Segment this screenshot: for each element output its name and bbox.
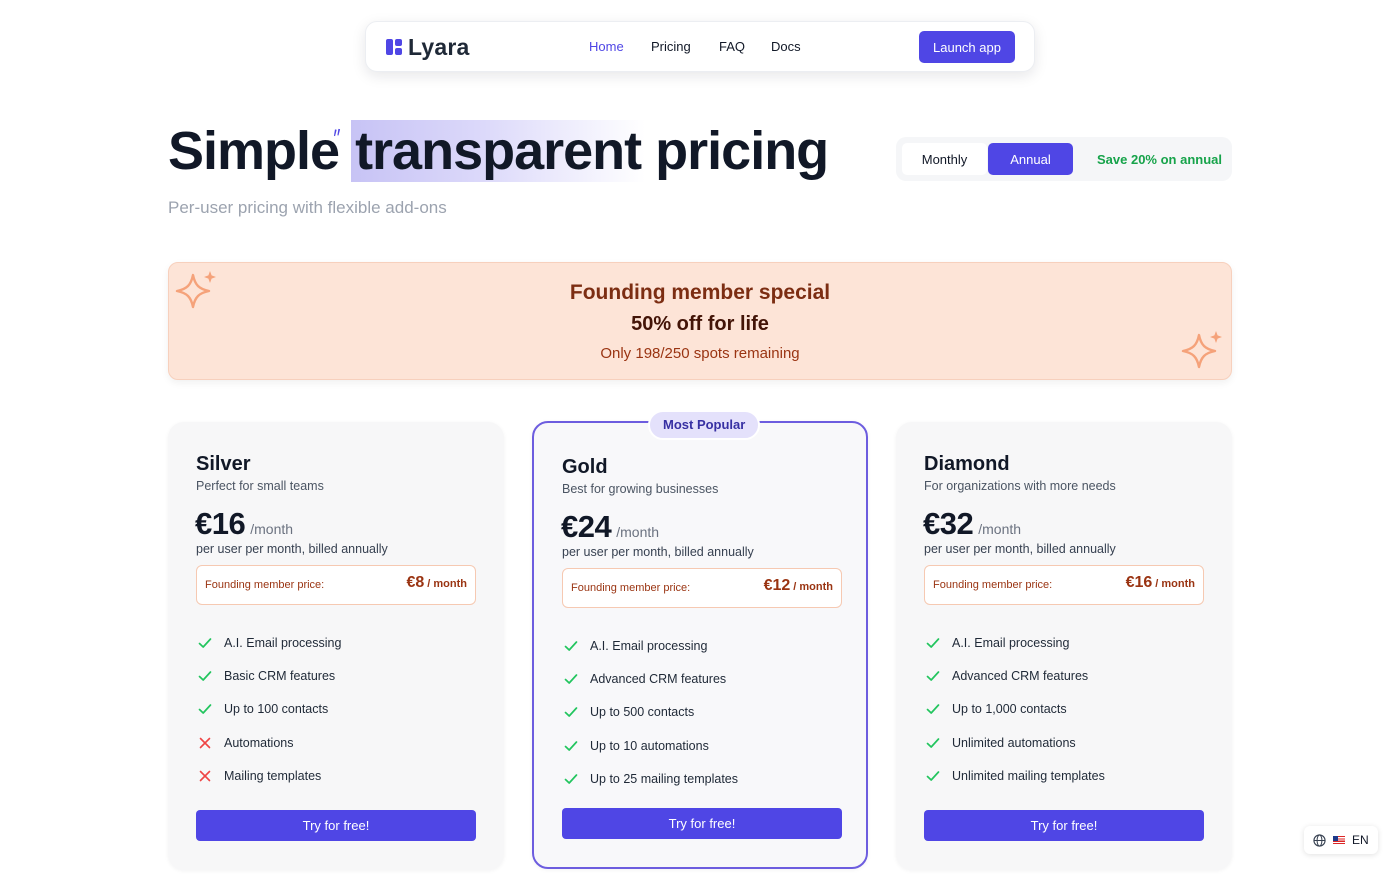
logo-icon bbox=[386, 39, 402, 55]
top-nav: Lyara Home Pricing FAQ Docs Launch app bbox=[365, 21, 1035, 72]
nav-link-docs[interactable]: Docs bbox=[771, 39, 801, 55]
feature-item: Up to 500 contacts bbox=[562, 696, 738, 729]
billing-note: per user per month, billed annually bbox=[562, 545, 754, 559]
language-switcher[interactable]: EN bbox=[1304, 826, 1378, 854]
title-end: pricing bbox=[655, 121, 829, 181]
founding-price-value: €12/ month bbox=[763, 577, 833, 594]
cross-icon bbox=[196, 767, 214, 785]
title-highlight-text: transparent bbox=[355, 121, 642, 181]
feature-item: Up to 25 mailing templates bbox=[562, 762, 738, 795]
check-icon bbox=[924, 734, 942, 752]
brand-logo[interactable]: Lyara bbox=[386, 35, 470, 59]
feature-item: Up to 1,000 contacts bbox=[924, 693, 1105, 726]
title-start: Simple bbox=[168, 121, 340, 181]
try-free-button-silver[interactable]: Try for free! bbox=[196, 810, 476, 841]
plan-name: Gold bbox=[562, 456, 608, 478]
plan-card-gold: Most Popular Gold Best for growing busin… bbox=[532, 410, 868, 869]
check-icon bbox=[924, 767, 942, 785]
check-icon bbox=[924, 634, 942, 652]
founding-price-value: €8/ month bbox=[406, 574, 467, 591]
sparkle-lines-icon: 〃 bbox=[330, 125, 344, 141]
feature-item: Unlimited automations bbox=[924, 726, 1105, 759]
feature-item: Automations bbox=[196, 726, 341, 759]
feature-item: Up to 10 automations bbox=[562, 729, 738, 762]
price-amount: €24 bbox=[561, 509, 612, 544]
feature-item: Basic CRM features bbox=[196, 659, 341, 692]
feature-list: A.I. Email processing Advanced CRM featu… bbox=[924, 626, 1105, 792]
feature-item: A.I. Email processing bbox=[924, 626, 1105, 659]
sparkle-icon bbox=[1181, 331, 1222, 369]
plan-price: €32 /month bbox=[923, 506, 1021, 542]
try-free-button-diamond[interactable]: Try for free! bbox=[924, 810, 1204, 841]
check-icon bbox=[562, 670, 580, 688]
price-period: /month bbox=[616, 524, 660, 540]
billing-monthly-button[interactable]: Monthly bbox=[902, 143, 987, 175]
nav-link-home[interactable]: Home bbox=[589, 39, 624, 55]
feature-item: Up to 100 contacts bbox=[196, 693, 341, 726]
founding-price-label: Founding member price: bbox=[205, 579, 325, 591]
price-amount: €32 bbox=[923, 506, 974, 541]
check-icon bbox=[196, 700, 214, 718]
check-icon bbox=[924, 667, 942, 685]
check-icon bbox=[562, 637, 580, 655]
feature-list: A.I. Email processing Basic CRM features… bbox=[196, 626, 341, 792]
plan-name: Diamond bbox=[924, 453, 1010, 475]
plan-description: Perfect for small teams bbox=[196, 479, 324, 493]
language-label: EN bbox=[1352, 833, 1369, 847]
billing-note: per user per month, billed annually bbox=[924, 542, 1116, 556]
founding-price-value: €16/ month bbox=[1125, 574, 1195, 591]
feature-list: A.I. Email processing Advanced CRM featu… bbox=[562, 629, 738, 795]
feature-item: Unlimited mailing templates bbox=[924, 759, 1105, 792]
feature-item: A.I. Email processing bbox=[562, 629, 738, 662]
promo-title: Founding member special bbox=[569, 281, 831, 304]
feature-item: Advanced CRM features bbox=[924, 659, 1105, 692]
plan-description: For organizations with more needs bbox=[924, 479, 1116, 493]
promo-spots-remaining: Only 198/250 spots remaining bbox=[600, 345, 800, 362]
check-icon bbox=[562, 770, 580, 788]
founding-price-box: Founding member price: €16/ month bbox=[924, 565, 1204, 605]
check-icon bbox=[562, 703, 580, 721]
billing-annual-button[interactable]: Annual bbox=[988, 143, 1073, 175]
plan-price: €24 /month bbox=[561, 509, 659, 545]
launch-app-button[interactable]: Launch app bbox=[919, 31, 1015, 63]
founding-price-label: Founding member price: bbox=[933, 579, 1053, 591]
check-icon bbox=[924, 700, 942, 718]
brand-name: Lyara bbox=[408, 34, 470, 60]
plan-card-silver: Silver Perfect for small teams €16 /mont… bbox=[168, 422, 504, 870]
feature-item: Advanced CRM features bbox=[562, 662, 738, 695]
plan-description: Best for growing businesses bbox=[562, 482, 719, 496]
most-popular-badge: Most Popular bbox=[648, 410, 761, 440]
check-icon bbox=[196, 634, 214, 652]
page-title: Simple 〃 transparent pricing bbox=[168, 118, 829, 184]
billing-note: per user per month, billed annually bbox=[196, 542, 388, 556]
try-free-button-gold[interactable]: Try for free! bbox=[562, 808, 842, 839]
price-period: /month bbox=[978, 521, 1022, 537]
billing-toggle: Monthly Annual Save 20% on annual bbox=[896, 137, 1232, 181]
promo-discount: 50% off for life bbox=[631, 313, 769, 335]
check-icon bbox=[196, 667, 214, 685]
nav-link-pricing[interactable]: Pricing bbox=[651, 39, 691, 55]
pricing-page: Lyara Home Pricing FAQ Docs Launch app S… bbox=[0, 0, 1400, 875]
feature-item: Mailing templates bbox=[196, 759, 341, 792]
globe-icon bbox=[1313, 833, 1326, 847]
annual-savings-note: Save 20% on annual bbox=[1097, 152, 1222, 167]
us-flag-icon bbox=[1333, 836, 1345, 844]
plan-name: Silver bbox=[196, 453, 251, 475]
feature-item: A.I. Email processing bbox=[196, 626, 341, 659]
price-period: /month bbox=[250, 521, 294, 537]
plan-price: €16 /month bbox=[195, 506, 293, 542]
founding-price-box: Founding member price: €12/ month bbox=[562, 568, 842, 608]
founding-member-banner: Founding member special 50% off for life… bbox=[168, 262, 1232, 380]
title-highlight: 〃 transparent bbox=[330, 120, 646, 182]
price-amount: €16 bbox=[195, 506, 246, 541]
plan-card-diamond: Diamond For organizations with more need… bbox=[896, 422, 1232, 870]
check-icon bbox=[562, 737, 580, 755]
cross-icon bbox=[196, 734, 214, 752]
founding-price-box: Founding member price: €8/ month bbox=[196, 565, 476, 605]
founding-price-label: Founding member price: bbox=[571, 582, 691, 594]
nav-link-faq[interactable]: FAQ bbox=[719, 39, 745, 55]
page-subtitle: Per-user pricing with flexible add-ons bbox=[168, 198, 447, 217]
